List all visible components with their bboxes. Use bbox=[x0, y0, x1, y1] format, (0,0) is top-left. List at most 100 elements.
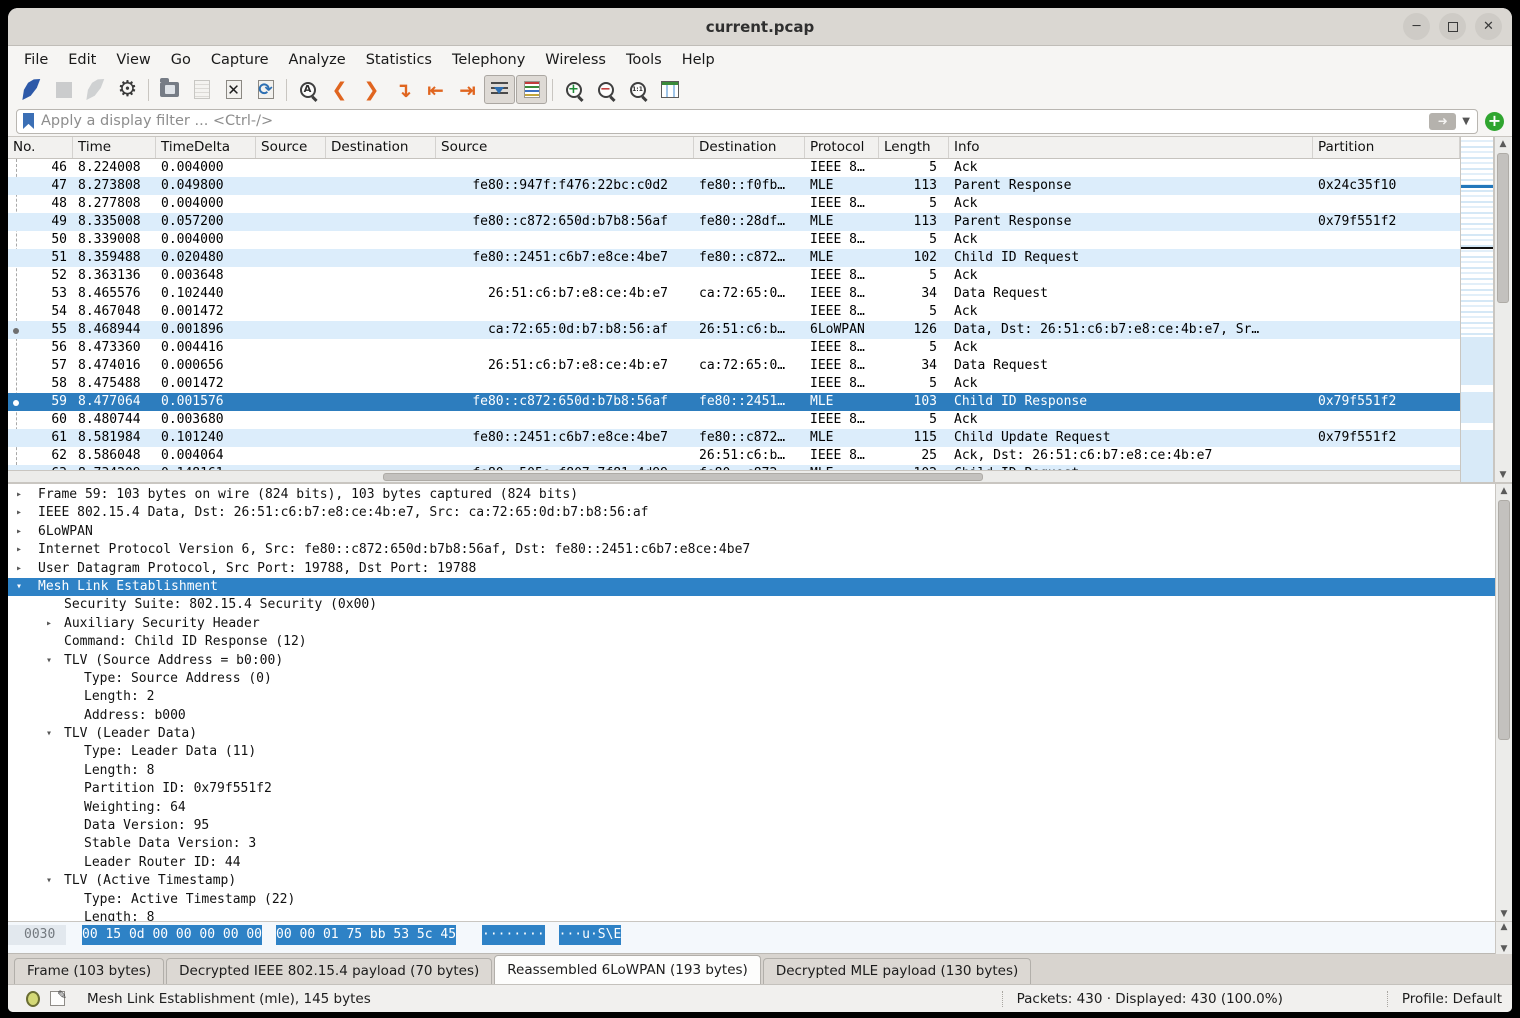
hscroll-thumb[interactable] bbox=[383, 473, 983, 481]
go-to-packet-button[interactable] bbox=[388, 75, 419, 104]
packet-row-51[interactable]: 518.3594880.020480fe80::2451:c6b7:e8ce:4… bbox=[8, 249, 1460, 267]
detail-row[interactable]: Stable Data Version: 3 bbox=[8, 835, 1495, 853]
column-header-length[interactable]: Length bbox=[879, 137, 949, 158]
detail-row[interactable]: ▾TLV (Source Address = b0:00) bbox=[8, 652, 1495, 670]
hex-row[interactable]: 0030 00 15 0d 00 00 00 00 00 00 00 01 75… bbox=[8, 925, 1495, 945]
detail-row[interactable]: ▸6LoWPAN bbox=[8, 523, 1495, 541]
zoom-original-button[interactable] bbox=[622, 75, 653, 104]
menu-item-help[interactable]: Help bbox=[672, 49, 725, 71]
scroll-up-icon[interactable]: ▲ bbox=[1495, 137, 1511, 151]
packet-row-61[interactable]: 618.5819840.101240fe80::2451:c6b7:e8ce:4… bbox=[8, 429, 1460, 447]
column-header-info[interactable]: Info bbox=[949, 137, 1313, 158]
detail-row[interactable]: ▸User Datagram Protocol, Src Port: 19788… bbox=[8, 560, 1495, 578]
column-header-timedelta[interactable]: TimeDelta bbox=[156, 137, 256, 158]
scroll-down-icon[interactable]: ▼ bbox=[1496, 907, 1512, 921]
menu-item-edit[interactable]: Edit bbox=[58, 49, 106, 71]
column-header-destination[interactable]: Destination bbox=[326, 137, 436, 158]
start-capture-button[interactable] bbox=[16, 75, 47, 104]
packet-row-47[interactable]: 478.2738080.049800fe80::947f:f476:22bc:c… bbox=[8, 177, 1460, 195]
hex-bytes-group1[interactable]: 00 15 0d 00 00 00 00 00 bbox=[82, 925, 262, 945]
add-filter-button-icon[interactable]: + bbox=[1485, 112, 1504, 131]
capture-options-button[interactable] bbox=[112, 75, 143, 104]
detail-row[interactable]: Address: b000 bbox=[8, 707, 1495, 725]
go-back-button[interactable] bbox=[324, 75, 355, 104]
column-header-time[interactable]: Time bbox=[73, 137, 156, 158]
menu-item-statistics[interactable]: Statistics bbox=[356, 49, 442, 71]
hex-ascii-group2[interactable]: ···u·S\E bbox=[559, 925, 622, 945]
open-file-button[interactable] bbox=[154, 75, 185, 104]
details-scroll-thumb[interactable] bbox=[1498, 500, 1510, 740]
collapse-arrow-icon[interactable]: ▾ bbox=[46, 652, 52, 670]
column-header-no[interactable]: No. bbox=[8, 137, 73, 158]
close-file-button[interactable] bbox=[218, 75, 249, 104]
detail-row[interactable]: Length: 2 bbox=[8, 688, 1495, 706]
menu-item-analyze[interactable]: Analyze bbox=[279, 49, 356, 71]
menu-item-tools[interactable]: Tools bbox=[616, 49, 672, 71]
packet-row-52[interactable]: 528.3631360.003648IEEE 8…5Ack bbox=[8, 267, 1460, 285]
expand-arrow-icon[interactable]: ▸ bbox=[46, 615, 52, 633]
detail-row[interactable]: ▸Auxiliary Security Header bbox=[8, 615, 1495, 633]
packet-row-48[interactable]: 488.2778080.004000IEEE 8…5Ack bbox=[8, 195, 1460, 213]
detail-row[interactable]: ▸IEEE 802.15.4 Data, Dst: 26:51:c6:b7:e8… bbox=[8, 504, 1495, 522]
go-forward-button[interactable] bbox=[356, 75, 387, 104]
resize-columns-button[interactable] bbox=[654, 75, 685, 104]
expand-arrow-icon[interactable]: ▸ bbox=[16, 541, 22, 559]
find-packet-button[interactable] bbox=[292, 75, 323, 104]
byte-view-tab-3[interactable]: Decrypted MLE payload (130 bytes) bbox=[763, 958, 1031, 984]
detail-row[interactable]: ▾TLV (Leader Data) bbox=[8, 725, 1495, 743]
menu-item-view[interactable]: View bbox=[106, 49, 160, 71]
menu-item-file[interactable]: File bbox=[14, 49, 58, 71]
apply-filter-icon[interactable]: ➜ bbox=[1429, 113, 1456, 130]
packet-row-53[interactable]: 538.4655760.10244026:51:c6:b7:e8:ce:4b:e… bbox=[8, 285, 1460, 303]
detail-row[interactable]: Type: Leader Data (11) bbox=[8, 743, 1495, 761]
byte-view-tab-0[interactable]: Frame (103 bytes) bbox=[14, 958, 164, 984]
collapse-arrow-icon[interactable]: ▾ bbox=[16, 578, 22, 596]
packet-row-60[interactable]: 608.4807440.003680IEEE 8…5Ack bbox=[8, 411, 1460, 429]
expert-info-icon[interactable] bbox=[26, 991, 40, 1007]
go-last-packet-button[interactable] bbox=[452, 75, 483, 104]
detail-row[interactable]: ▾Mesh Link Establishment bbox=[8, 578, 1495, 596]
detail-row[interactable]: Weighting: 64 bbox=[8, 799, 1495, 817]
packet-row-50[interactable]: 508.3390080.004000IEEE 8…5Ack bbox=[8, 231, 1460, 249]
packet-row-56[interactable]: 568.4733600.004416IEEE 8…5Ack bbox=[8, 339, 1460, 357]
expand-arrow-icon[interactable]: ▸ bbox=[16, 560, 22, 578]
hex-ascii-group1[interactable]: ········ bbox=[482, 925, 545, 945]
collapse-arrow-icon[interactable]: ▾ bbox=[46, 725, 52, 743]
packet-list-vscrollbar[interactable]: ▲ ▼ bbox=[1494, 137, 1511, 482]
zoom-in-button[interactable] bbox=[558, 75, 589, 104]
maximize-icon[interactable] bbox=[1439, 13, 1466, 40]
packet-list-hscrollbar[interactable] bbox=[8, 470, 1460, 482]
scroll-down-icon[interactable]: ▼ bbox=[1495, 468, 1511, 482]
detail-row[interactable]: Leader Router ID: 44 bbox=[8, 854, 1495, 872]
auto-scroll-button[interactable] bbox=[484, 75, 515, 104]
status-profile[interactable]: Profile: Default bbox=[1402, 991, 1502, 1007]
menu-item-wireless[interactable]: Wireless bbox=[535, 49, 616, 71]
detail-row[interactable]: Partition ID: 0x79f551f2 bbox=[8, 780, 1495, 798]
packet-row-57[interactable]: 578.4740160.00065626:51:c6:b7:e8:ce:4b:e… bbox=[8, 357, 1460, 375]
filter-bookmark-icon[interactable] bbox=[23, 113, 34, 129]
title-bar[interactable]: current.pcap ─ ✕ bbox=[8, 8, 1512, 46]
detail-row[interactable]: Length: 8 bbox=[8, 762, 1495, 780]
packet-list-scroll-thumb[interactable] bbox=[1497, 153, 1509, 303]
hex-vscrollbar[interactable]: ▲ ▼ bbox=[1495, 922, 1512, 954]
column-header-partition[interactable]: Partition bbox=[1313, 137, 1460, 158]
column-header-source[interactable]: Source bbox=[436, 137, 694, 158]
menu-item-capture[interactable]: Capture bbox=[201, 49, 279, 71]
menu-item-go[interactable]: Go bbox=[161, 49, 201, 71]
packet-row-58[interactable]: 588.4754880.001472IEEE 8…5Ack bbox=[8, 375, 1460, 393]
scroll-up-icon[interactable]: ▲ bbox=[1496, 920, 1512, 934]
capture-comment-icon[interactable] bbox=[50, 991, 65, 1006]
display-filter-input[interactable]: Apply a display filter ... <Ctrl-/> ➜ ▼ bbox=[16, 109, 1478, 134]
expand-arrow-icon[interactable]: ▸ bbox=[16, 486, 22, 504]
zoom-out-button[interactable] bbox=[590, 75, 621, 104]
detail-row[interactable]: Type: Active Timestamp (22) bbox=[8, 891, 1495, 909]
detail-row[interactable]: ▸Internet Protocol Version 6, Src: fe80:… bbox=[8, 541, 1495, 559]
packet-row-59[interactable]: 598.4770640.001576fe80::c872:650d:b7b8:5… bbox=[8, 393, 1460, 411]
detail-row[interactable]: Command: Child ID Response (12) bbox=[8, 633, 1495, 651]
scroll-up-icon[interactable]: ▲ bbox=[1496, 484, 1512, 498]
expand-arrow-icon[interactable]: ▸ bbox=[16, 504, 22, 522]
packet-row-62[interactable]: 628.5860480.00406426:51:c6:b…IEEE 8…25Ac… bbox=[8, 447, 1460, 465]
scroll-down-icon[interactable]: ▼ bbox=[1496, 942, 1512, 956]
packet-row-49[interactable]: 498.3350080.057200fe80::c872:650d:b7b8:5… bbox=[8, 213, 1460, 231]
detail-row[interactable]: Type: Source Address (0) bbox=[8, 670, 1495, 688]
